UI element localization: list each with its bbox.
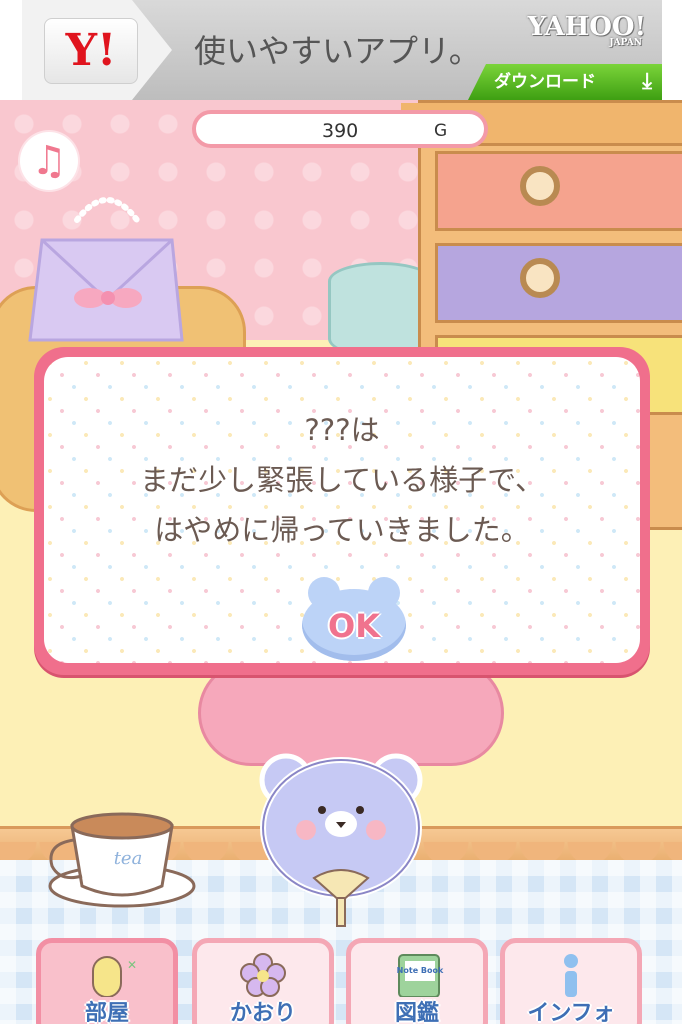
drawer: [435, 151, 682, 231]
teacup-icon: tea: [48, 812, 196, 908]
ad-download-label: ダウンロード: [494, 72, 596, 92]
ad-headline: 使いやすいアプリ。: [194, 32, 481, 70]
dialog-panel: ???は まだ少し緊張している様子で、 はやめに帰っていきました。 OK: [44, 357, 640, 663]
nav-room-label: 部屋: [84, 1001, 129, 1024]
ad-banner[interactable]: Y! 使いやすいアプリ。 YAHOO! JAPAN ダウンロード ⤓: [22, 0, 662, 100]
nav-encyclopedia-label: 図鑑: [394, 1001, 439, 1024]
drawer-knob-icon: [520, 166, 560, 206]
bear-fan-icon: [259, 753, 423, 927]
gold-amount: 390: [322, 120, 359, 142]
ok-button[interactable]: OK: [302, 577, 406, 661]
dialog-line: ???は: [304, 413, 380, 447]
drawer-knob-icon: [520, 258, 560, 298]
teacup-text: tea: [114, 848, 143, 869]
download-icon: ⤓: [642, 69, 652, 94]
nav-info-button[interactable]: インフォ: [500, 938, 642, 1024]
yahoo-logo-icon: Y!: [44, 18, 138, 84]
nav-scent-label: かおり: [229, 1001, 296, 1024]
nav-info-label: インフォ: [527, 1001, 615, 1024]
music-toggle-button[interactable]: ♫: [20, 132, 78, 190]
notebook-icon: Note Book: [351, 953, 483, 1001]
info-icon: [505, 953, 637, 1001]
message-dialog: ???は まだ少し緊張している様子で、 はやめに帰っていきました。 OK: [34, 347, 650, 675]
svg-text:✕: ✕: [127, 958, 137, 972]
dialog-message: ???は まだ少し緊張している様子で、 はやめに帰っていきました。: [44, 405, 640, 555]
gold-unit: G: [434, 121, 448, 141]
ad-brand: YAHOO! JAPAN: [528, 12, 646, 48]
flower-icon: [197, 953, 329, 1001]
nav-encyclopedia-button[interactable]: Note Book 図鑑: [346, 938, 488, 1024]
dialog-line: まだ少し緊張している様子で、: [140, 463, 544, 497]
nav-scent-button[interactable]: かおり: [192, 938, 334, 1024]
music-note-icon: ♫: [31, 138, 67, 184]
gold-counter: 390 G: [192, 110, 488, 148]
dialog-line: はやめに帰っていきました。: [154, 513, 530, 547]
ok-button-label: OK: [328, 607, 380, 645]
handbag-icon: [28, 197, 184, 342]
nav-room-button[interactable]: ✕ 部屋: [36, 938, 178, 1024]
ad-download-button[interactable]: ダウンロード ⤓: [468, 64, 662, 100]
room-door-icon: ✕: [41, 953, 173, 1001]
notebook-text: Note Book: [397, 966, 444, 975]
drawer: [435, 243, 682, 323]
